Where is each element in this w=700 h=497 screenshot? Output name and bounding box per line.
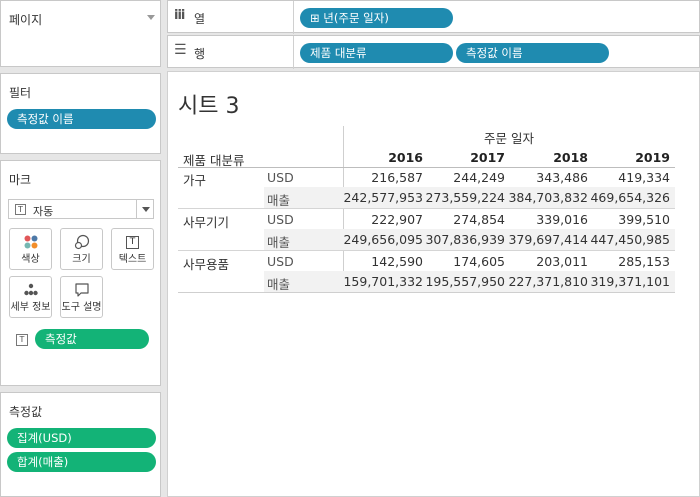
tooltip-button[interactable]: 도구 설명: [60, 276, 103, 318]
header-bottom-rule: [178, 167, 675, 168]
speech-bubble-icon: [61, 282, 102, 298]
crosstab: 주문 일자 제품 대분류 2016 2017 2018 2019 가구 USD …: [168, 72, 700, 497]
measure-label: 매출: [267, 277, 291, 292]
measure-pill-usd[interactable]: 집계(USD): [7, 428, 156, 448]
year-header: 2019: [635, 150, 670, 165]
measure-label: USD: [267, 170, 294, 185]
marks-card-title: 마크: [9, 173, 32, 187]
size-circles-icon: [61, 234, 102, 250]
rows-shelf-label: 행: [194, 47, 206, 61]
measure-label: 매출: [267, 235, 291, 250]
table-cell: 384,703,832: [508, 190, 588, 205]
table-cell: 203,011: [536, 254, 588, 269]
table-cell: 249,656,095: [343, 232, 423, 247]
table-cell: 319,371,101: [590, 274, 670, 289]
color-button[interactable]: 색상: [9, 228, 52, 270]
row-pill-product-category[interactable]: 제품 대분류: [300, 43, 453, 63]
shelf-divider: [293, 1, 294, 34]
measure-label: 매출: [267, 193, 291, 208]
measure-pill-sales[interactable]: 합계(매출): [7, 452, 156, 472]
mark-type-label: 자동: [33, 205, 54, 218]
table-cell: 285,153: [618, 254, 670, 269]
columns-shelf: iii 열 ⊞ 년(주문 일자): [167, 0, 700, 34]
table-cell: 307,836,939: [425, 232, 505, 247]
text-button[interactable]: T 텍스트: [111, 228, 154, 270]
table-cell: 142,590: [371, 254, 423, 269]
view-area: 시트 3 주문 일자 제품 대분류 2016 2017 2018 2019 가구…: [167, 71, 700, 497]
column-pill-year-order-date[interactable]: ⊞ 년(주문 일자): [300, 8, 453, 28]
table-cell: 379,697,414: [508, 232, 588, 247]
table-cell: 195,557,950: [425, 274, 505, 289]
text-measure-values-pill[interactable]: 측정값: [35, 329, 149, 349]
table-cell: 343,486: [536, 170, 588, 185]
measure-values-card: 측정값 집계(USD) 합계(매출): [0, 392, 161, 497]
table-cell: 227,371,810: [508, 274, 588, 289]
table-cell: 159,701,332: [343, 274, 423, 289]
pages-card-menu-icon[interactable]: [147, 15, 155, 20]
detail-button[interactable]: 세부 정보: [9, 276, 52, 318]
text-button-label: 텍스트: [118, 254, 147, 265]
group-rule: [178, 208, 675, 209]
chevron-down-icon: [142, 207, 150, 212]
year-header: 2016: [388, 150, 423, 165]
columns-shelf-label: 열: [194, 12, 206, 26]
detail-button-label: 세부 정보: [10, 302, 51, 313]
shelf-divider: [293, 36, 294, 69]
detail-dots-icon: [10, 282, 51, 298]
table-cell: 222,907: [371, 212, 423, 227]
tooltip-button-label: 도구 설명: [61, 302, 102, 313]
table-cell: 174,605: [453, 254, 505, 269]
row-pill-measure-names[interactable]: 측정값 이름: [456, 43, 609, 63]
table-cell: 419,334: [618, 170, 670, 185]
measure-label: USD: [267, 254, 294, 269]
category-label: 사무기기: [183, 215, 230, 230]
year-header: 2018: [553, 150, 588, 165]
category-label: 가구: [183, 173, 207, 188]
table-cell: 242,577,953: [343, 190, 423, 205]
table-cell: 273,559,224: [425, 190, 505, 205]
color-dots-icon: [10, 234, 51, 250]
table-bottom-rule: [178, 292, 675, 293]
column-header-order-date: 주문 일자: [484, 131, 534, 146]
mark-type-divider: [136, 200, 137, 218]
measure-label: USD: [267, 212, 294, 227]
table-cell: 399,510: [618, 212, 670, 227]
measure-values-card-title: 측정값: [9, 405, 43, 419]
color-button-label: 색상: [21, 254, 40, 265]
rows-shelf: ☰ 행 제품 대분류 측정값 이름: [167, 35, 700, 69]
pages-card-title: 페이지: [9, 13, 43, 27]
year-header: 2017: [470, 150, 505, 165]
group-rule: [178, 250, 675, 251]
size-button-label: 크기: [72, 254, 91, 265]
rows-shelf-icon: ☰: [174, 42, 187, 58]
table-cell: 216,587: [371, 170, 423, 185]
mark-type-dropdown[interactable]: T 자동: [8, 199, 154, 219]
text-box-icon: T: [112, 234, 153, 250]
filter-pill-measure-names[interactable]: 측정값 이름: [7, 109, 156, 129]
text-mark-icon: T: [15, 204, 26, 215]
table-cell: 447,450,985: [590, 232, 670, 247]
table-cell: 339,016: [536, 212, 588, 227]
table-cell: 469,654,326: [590, 190, 670, 205]
filters-card: 필터 측정값 이름: [0, 73, 161, 154]
table-cell: 274,854: [453, 212, 505, 227]
table-cell: 244,249: [453, 170, 505, 185]
text-encoding-icon: T: [16, 334, 28, 346]
category-label: 사무용품: [183, 257, 230, 272]
size-button[interactable]: 크기: [60, 228, 103, 270]
columns-shelf-icon: iii: [174, 8, 185, 23]
marks-card: 마크 T 자동 색상 크기 T 텍스트 세부 정보 도구 설명 T 측정값: [0, 160, 161, 386]
filters-card-title: 필터: [9, 86, 32, 100]
pages-card: 페이지: [0, 0, 161, 67]
